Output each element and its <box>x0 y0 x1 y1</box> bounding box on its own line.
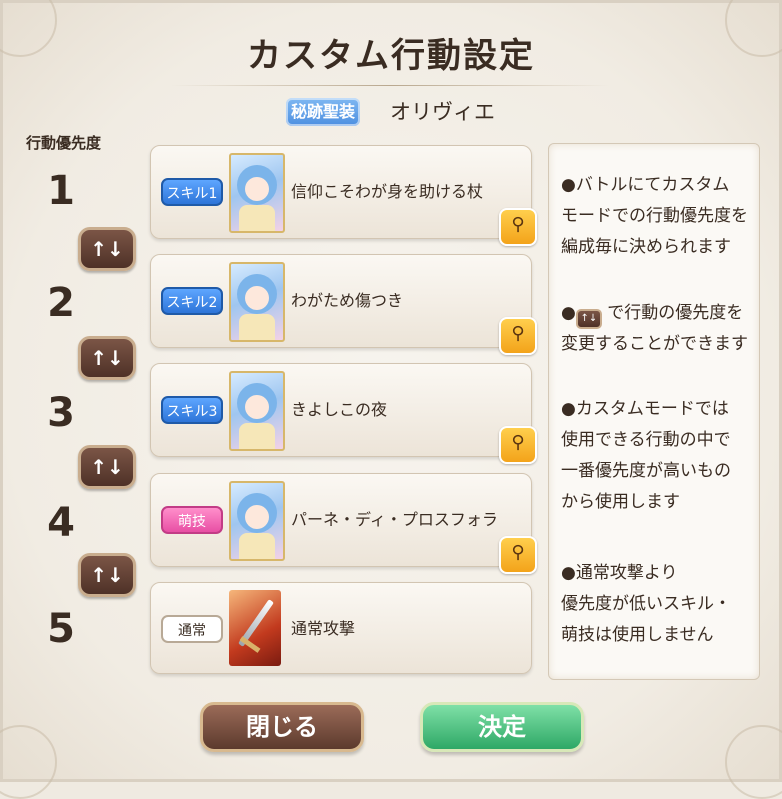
priority-number: 4 <box>47 500 75 546</box>
action-card-3[interactable]: スキル3 きよしこの夜 ⚲ <box>150 363 537 464</box>
help-panel: ●バトルにてカスタム モードでの行動優先度を 編成毎に決められます ● ↑↓ で行… <box>548 143 760 680</box>
close-button[interactable]: 閉じる <box>200 702 364 752</box>
swap-priority-button[interactable]: ↑↓ <box>78 227 136 271</box>
help-text-4: ●通常攻撃より 優先度が低いスキル・ 萌技は使用しません <box>561 563 731 645</box>
swap-priority-button[interactable]: ↑↓ <box>78 553 136 597</box>
action-card-5[interactable]: 通常 通常攻撃 <box>150 582 532 674</box>
action-name: きよしこの夜 <box>291 400 388 419</box>
corner-ornament <box>725 725 782 799</box>
action-name: わがため傷つき <box>291 291 404 310</box>
magnifier-icon[interactable]: ⚲ <box>499 317 537 355</box>
magnifier-icon[interactable]: ⚲ <box>499 208 537 246</box>
sword-icon <box>229 590 281 666</box>
help-text-1: ●バトルにてカスタム モードでの行動優先度を 編成毎に決められます <box>561 175 748 257</box>
priority-number: 1 <box>47 168 75 214</box>
normal-attack-tag: 通常 <box>161 615 223 643</box>
action-name: パーネ・ディ・プロスフォラ <box>291 510 498 529</box>
priority-label: 行動優先度 <box>26 134 102 152</box>
character-portrait-icon <box>229 371 285 451</box>
action-card-1[interactable]: スキル1 信仰こそわが身を助ける杖 ⚲ <box>150 145 537 246</box>
swap-priority-button[interactable]: ↑↓ <box>78 336 136 380</box>
skill-tag: スキル1 <box>161 178 223 206</box>
action-card-4[interactable]: 萌技 パーネ・ディ・プロスフォラ ⚲ <box>150 473 537 574</box>
priority-number: 3 <box>47 390 75 436</box>
character-name: オリヴィエ <box>390 100 495 124</box>
dialog-title: カスタム行動設定 <box>247 36 535 76</box>
corner-ornament <box>0 725 57 799</box>
magnifier-icon[interactable]: ⚲ <box>499 536 537 574</box>
moe-skill-tag: 萌技 <box>161 506 223 534</box>
swap-icon: ↑↓ <box>575 309 602 329</box>
help-text-3: ●カスタムモードでは 使用できる行動の中で 一番優先度が高いもの から使用します <box>561 399 731 512</box>
action-name: 通常攻撃 <box>291 619 356 638</box>
action-card-2[interactable]: スキル2 わがため傷つき ⚲ <box>150 254 537 355</box>
character-portrait-icon <box>229 153 285 233</box>
character-portrait-icon <box>229 481 285 561</box>
bullet: ● <box>561 303 576 323</box>
skill-tag: スキル3 <box>161 396 223 424</box>
priority-number: 5 <box>47 606 75 652</box>
confirm-button[interactable]: 決定 <box>420 702 584 752</box>
character-portrait-icon <box>229 262 285 342</box>
title-divider <box>170 85 610 86</box>
action-name: 信仰こそわが身を助ける杖 <box>291 182 484 201</box>
skill-tag: スキル2 <box>161 287 223 315</box>
magnifier-icon[interactable]: ⚲ <box>499 426 537 464</box>
help-text-2: ● ↑↓ で行動の優先度を 変更することができます <box>561 298 748 360</box>
costume-badge: 秘跡聖装 <box>286 98 360 126</box>
priority-number: 2 <box>47 280 75 326</box>
swap-priority-button[interactable]: ↑↓ <box>78 445 136 489</box>
